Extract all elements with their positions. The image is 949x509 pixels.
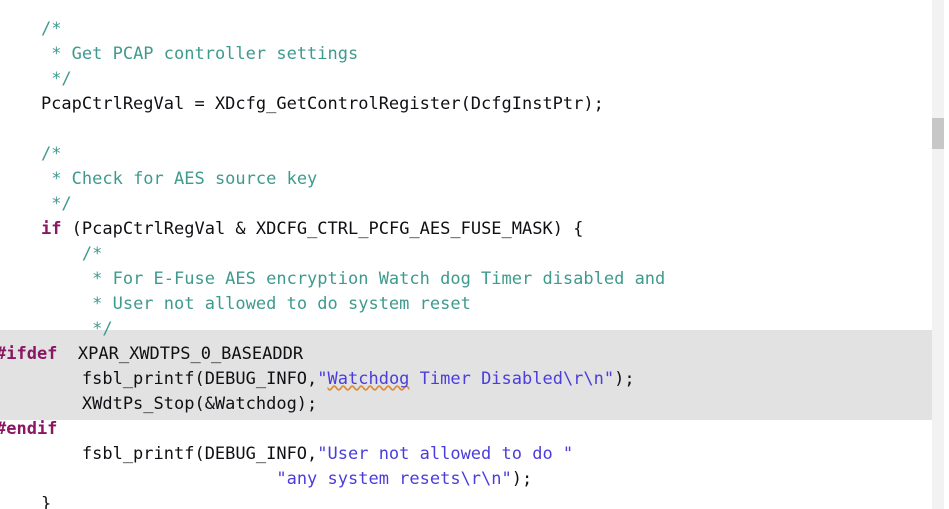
code-token-plain: } bbox=[0, 494, 52, 509]
code-token-string: Timer Disabled\r\n" bbox=[409, 369, 615, 389]
code-line[interactable]: #endif bbox=[0, 417, 665, 442]
code-token-comment: * User not allowed to do system reset bbox=[81, 294, 471, 314]
code-token-string: " bbox=[317, 369, 328, 389]
editor-right-gutter bbox=[944, 0, 949, 509]
code-token-plain: ); bbox=[614, 369, 635, 389]
code-line[interactable]: * User not allowed to do system reset bbox=[0, 292, 665, 317]
code-line[interactable]: fsbl_printf(DEBUG_INFO,"User not allowed… bbox=[0, 442, 665, 467]
code-token-plain: fsbl_printf(DEBUG_INFO, bbox=[0, 369, 318, 389]
code-token-string-misspelled: Watchdog bbox=[327, 369, 410, 389]
code-token-comment: /* bbox=[81, 244, 103, 264]
code-line[interactable]: XWdtPs_Stop(&Watchdog); bbox=[0, 392, 665, 417]
code-line[interactable]: */ bbox=[0, 67, 665, 92]
code-token-comment: /* bbox=[40, 144, 62, 164]
code-line[interactable]: * Check for AES source key bbox=[0, 167, 665, 192]
code-token-string: "any system resets\r\n" bbox=[276, 469, 512, 489]
code-line[interactable]: "any system resets\r\n"); bbox=[0, 467, 665, 492]
code-line[interactable]: */ bbox=[0, 317, 665, 342]
code-line[interactable]: PcapCtrlRegVal = XDcfg_GetControlRegiste… bbox=[0, 92, 665, 117]
code-token-comment: */ bbox=[81, 319, 113, 339]
code-token-comment: * Get PCAP controller settings bbox=[40, 44, 359, 64]
code-line[interactable]: /* bbox=[0, 142, 665, 167]
code-token-comment: * For E-Fuse AES encryption Watch dog Ti… bbox=[81, 269, 666, 289]
code-token-preproc: #endif bbox=[0, 419, 58, 439]
code-line[interactable] bbox=[0, 117, 665, 142]
code-line[interactable]: } bbox=[0, 492, 665, 509]
code-token-keyword: if bbox=[40, 219, 62, 239]
code-line[interactable]: * For E-Fuse AES encryption Watch dog Ti… bbox=[0, 267, 665, 292]
code-editor-viewport[interactable]: /* * Get PCAP controller settings */ Pca… bbox=[0, 0, 949, 509]
code-token-comment: /* bbox=[40, 19, 62, 39]
code-line[interactable]: if (PcapCtrlRegVal & XDCFG_CTRL_PCFG_AES… bbox=[0, 217, 665, 242]
code-line[interactable]: fsbl_printf(DEBUG_INFO,"Watchdog Timer D… bbox=[0, 367, 665, 392]
code-token-plain: PcapCtrlRegVal = XDcfg_GetControlRegiste… bbox=[0, 94, 604, 114]
code-line[interactable]: #ifdef XPAR_XWDTPS_0_BASEADDR bbox=[0, 342, 665, 367]
code-line[interactable]: */ bbox=[0, 192, 665, 217]
code-line[interactable]: /* bbox=[0, 17, 665, 42]
vertical-scrollbar[interactable] bbox=[932, 0, 944, 509]
code-line[interactable]: /* bbox=[0, 242, 665, 267]
code-token-comment: */ bbox=[40, 69, 72, 89]
code-token-plain: XWdtPs_Stop(&Watchdog); bbox=[0, 394, 318, 414]
code-token-string: "User not allowed to do " bbox=[317, 444, 574, 464]
code-token-comment: * Check for AES source key bbox=[40, 169, 318, 189]
code-line[interactable]: * Get PCAP controller settings bbox=[0, 42, 665, 67]
code-text-layer[interactable]: /* * Get PCAP controller settings */ Pca… bbox=[0, 0, 665, 509]
code-token-plain: (PcapCtrlRegVal & XDCFG_CTRL_PCFG_AES_FU… bbox=[61, 219, 584, 239]
code-token-plain: fsbl_printf(DEBUG_INFO, bbox=[0, 444, 318, 464]
code-token-plain: ); bbox=[511, 469, 533, 489]
vertical-scrollbar-thumb[interactable] bbox=[932, 118, 944, 149]
code-token-comment: */ bbox=[40, 194, 72, 214]
code-token-plain: XPAR_XWDTPS_0_BASEADDR bbox=[57, 344, 304, 364]
code-token-preproc: #ifdef bbox=[0, 344, 58, 364]
